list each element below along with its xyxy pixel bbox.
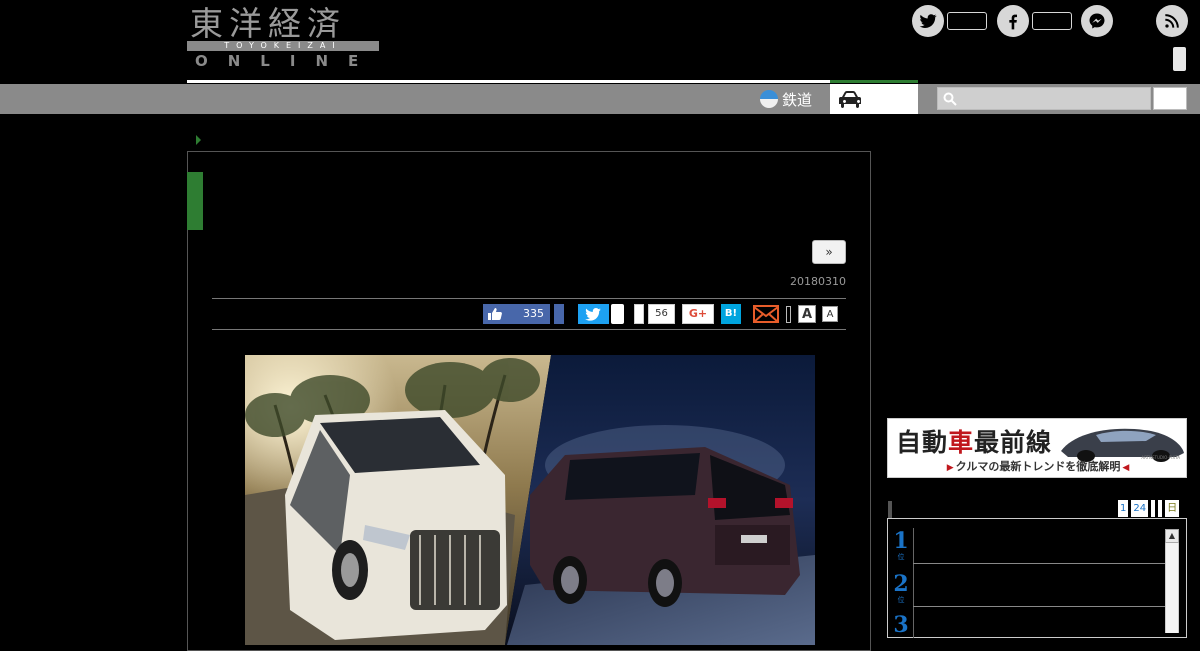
hatena-bookmark-count[interactable]: 56 — [648, 304, 675, 324]
breadcrumb-arrow-icon — [196, 135, 201, 145]
like-count: 335 — [523, 307, 544, 320]
ranking-tab-1h[interactable]: 1 — [1118, 500, 1129, 517]
nav-item-railway[interactable]: 鉄道 — [760, 87, 812, 111]
banner-subtitle: クルマの最新トレンドを徹底解明 — [888, 458, 1186, 474]
ranking-item[interactable]: 1 位 — [892, 530, 910, 562]
ranking-list — [887, 518, 1187, 638]
twitter-icon[interactable] — [912, 5, 944, 37]
share-divider-top — [212, 298, 846, 299]
tweet-button[interactable] — [578, 304, 609, 324]
toolbar-separator — [786, 306, 791, 323]
ranking-scrollbar[interactable] — [1165, 543, 1179, 633]
facebook-icon[interactable] — [997, 5, 1029, 37]
rank-number: 1 — [893, 528, 909, 554]
logo-band-text: TOYOKEIZAI — [224, 41, 342, 50]
article-title-marker — [187, 172, 203, 230]
car-icon — [839, 91, 861, 108]
banner-title-part: 自動 — [896, 428, 949, 457]
ranking-column-divider — [913, 528, 914, 638]
facebook-count-box — [1032, 12, 1072, 30]
facebook-like-button[interactable]: 335 — [483, 304, 550, 324]
search-input[interactable] — [937, 87, 1151, 110]
tweet-count-box — [611, 304, 624, 324]
nav-top-border — [187, 80, 830, 83]
rank-number: 3 — [893, 612, 909, 638]
rss-icon[interactable] — [1156, 5, 1188, 37]
facebook-share-button[interactable] — [554, 304, 564, 324]
font-size-large-button[interactable]: A — [798, 305, 816, 323]
hatena-bookmark-button[interactable]: B! — [721, 304, 741, 324]
font-size-small-button[interactable]: A — [822, 306, 838, 322]
ranking-scroll-up-button[interactable]: ▲ — [1165, 529, 1179, 543]
logo-char: 済 — [307, 4, 342, 43]
rank-number: 2 — [893, 571, 909, 597]
ranking-tab-24h[interactable]: 24 — [1131, 500, 1149, 517]
ranking-item[interactable]: 2 位 — [892, 573, 910, 605]
search-button[interactable] — [1153, 87, 1187, 110]
search-icon — [943, 92, 957, 106]
white-minivan — [285, 410, 507, 640]
next-page-button[interactable]: » — [812, 240, 846, 264]
logo-band: TOYOKEIZAI — [187, 41, 379, 51]
messenger-icon[interactable] — [1081, 5, 1113, 37]
ranking-header-marker — [888, 501, 892, 518]
header-side-tab[interactable] — [1173, 47, 1186, 71]
car-frontline-banner[interactable]: 自動車最前線 ARTNSTUDIO-PIXTA クルマの最新トレンドを徹底解明 — [887, 418, 1187, 478]
banner-title-part: 車 — [948, 428, 975, 457]
ranking-tab[interactable] — [1151, 500, 1156, 517]
share-count-tab — [634, 304, 644, 324]
site-logo[interactable]: 東 洋 経 済 — [190, 4, 380, 44]
ranking-tab[interactable] — [1158, 500, 1163, 517]
banner-title: 自動車最前線 — [896, 423, 1052, 459]
twitter-bird-icon — [585, 308, 601, 321]
thumbs-up-icon — [488, 308, 502, 320]
ranking-item[interactable]: 3 — [892, 614, 910, 636]
share-divider-bottom — [212, 329, 846, 330]
article-date: 20180310 — [790, 275, 846, 288]
article-main-photo — [245, 355, 815, 645]
ranking-row-divider — [913, 606, 1165, 607]
train-icon — [760, 90, 778, 108]
logo-char: 東 — [190, 4, 225, 43]
logo-online-text: ONLINE — [195, 52, 379, 70]
logo-char: 経 — [268, 4, 303, 43]
ranking-tabs: 1 24 日 — [1118, 500, 1180, 517]
twitter-count-box — [947, 12, 987, 30]
mail-icon[interactable] — [753, 304, 779, 328]
ranking-tab-day[interactable]: 日 — [1165, 500, 1180, 517]
banner-title-part: 最前線 — [974, 428, 1053, 457]
ranking-row-divider — [913, 563, 1165, 564]
google-plus-button[interactable]: G+ — [682, 304, 714, 324]
nav-item-car[interactable] — [830, 84, 918, 114]
nav-item-railway-label: 鉄道 — [782, 90, 813, 109]
logo-char: 洋 — [229, 4, 264, 43]
nav-active-border — [830, 80, 918, 83]
